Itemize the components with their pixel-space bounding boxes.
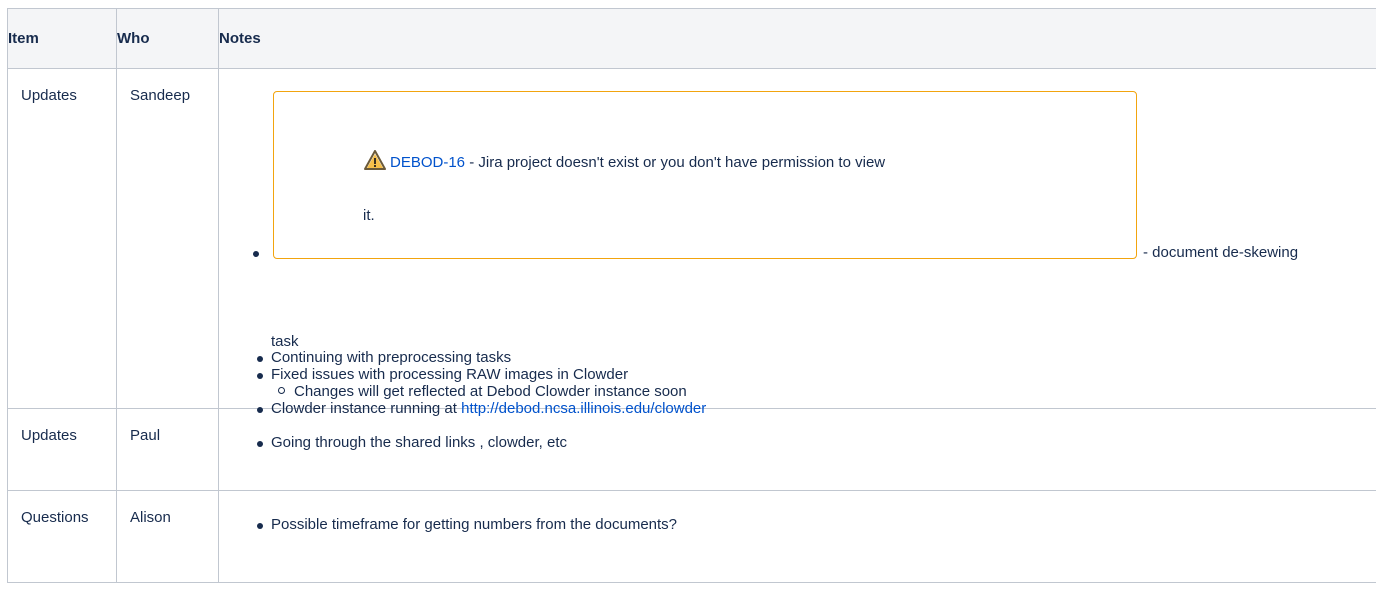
warning-icon <box>364 150 386 170</box>
table-row: Questions Alison Possible timeframe for … <box>7 490 1376 583</box>
item-cell: Questions <box>7 490 117 583</box>
task-description-wrap: task <box>271 333 299 350</box>
list-item: Continuing with preprocessing tasks <box>246 349 1346 366</box>
list-item: Going through the shared links , clowder… <box>246 434 1376 451</box>
table-row: Updates Sandeep DEBOD-16 - Jira project … <box>7 68 1376 417</box>
notes-cell: Possible timeframe for getting numbers f… <box>218 490 1376 583</box>
who-cell: Sandeep <box>116 68 219 409</box>
column-header-notes: Notes <box>218 8 1376 69</box>
task-description: - document de-skewing <box>1143 244 1299 261</box>
jira-issue-macro[interactable]: DEBOD-16 - Jira project doesn't exist or… <box>273 91 1137 259</box>
update-list: Going through the shared links , clowder… <box>219 409 1376 451</box>
list-item: Fixed issues with processing RAW images … <box>246 366 1346 383</box>
meeting-notes-table: Item Who Notes Updates Sandeep DEBOD-16 <box>7 8 1376 583</box>
item-cell: Updates <box>7 68 117 409</box>
jira-issue-link[interactable]: DEBOD-16 <box>390 154 465 171</box>
bullet-marker <box>253 251 259 257</box>
update-list: Continuing with preprocessing tasks Fixe… <box>246 349 1346 417</box>
notes-cell: Going through the shared links , clowder… <box>218 408 1376 491</box>
jira-error-message: - Jira project doesn't exist or you don'… <box>465 154 886 171</box>
who-cell: Paul <box>116 408 219 491</box>
notes-cell: DEBOD-16 - Jira project doesn't exist or… <box>218 68 1376 417</box>
list-item: Possible timeframe for getting numbers f… <box>246 516 1376 533</box>
jira-issue-line: DEBOD-16 - Jira project doesn't exist or… <box>364 150 885 173</box>
question-list: Possible timeframe for getting numbers f… <box>219 491 1376 533</box>
column-header-item: Item <box>7 8 117 69</box>
table-row: Updates Paul Going through the shared li… <box>7 408 1376 491</box>
table-header-row: Item Who Notes <box>7 8 1376 69</box>
column-header-who: Who <box>116 8 219 69</box>
item-cell: Updates <box>7 408 117 491</box>
jira-error-message-wrap: it. <box>363 207 375 224</box>
who-cell: Alison <box>116 490 219 583</box>
sub-list-item: Changes will get reflected at Debod Clow… <box>246 383 1346 400</box>
